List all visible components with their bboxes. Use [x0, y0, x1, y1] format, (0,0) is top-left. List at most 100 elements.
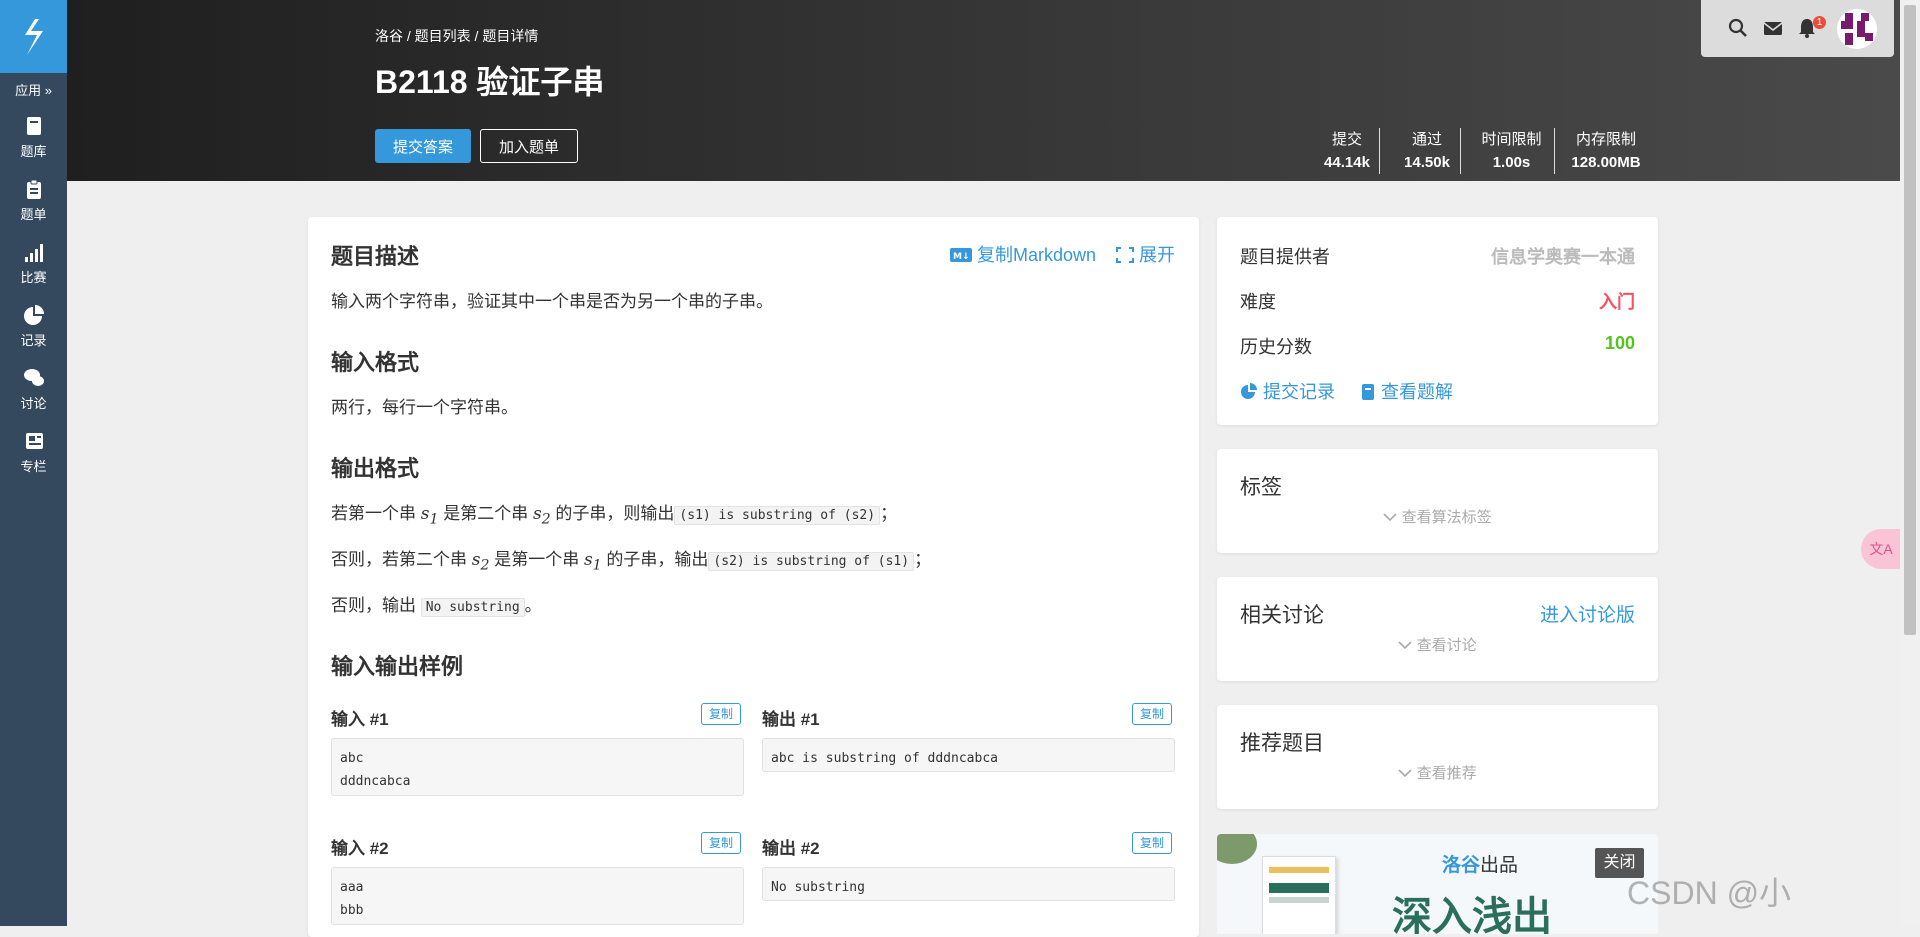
show-tags-label: 查看算法标签: [1401, 509, 1492, 526]
stat-divider: [1460, 128, 1461, 174]
sidebar-item-problems[interactable]: 题库: [0, 115, 67, 160]
stat-label: 时间限制: [1481, 131, 1542, 148]
expand-label: 展开: [1139, 245, 1176, 265]
copy-markdown-button[interactable]: M↓ 复制Markdown: [950, 241, 1096, 267]
comments-icon: [23, 369, 44, 386]
signal-bars-icon: [24, 244, 43, 262]
translate-button[interactable]: 文A: [1861, 529, 1901, 569]
stat-accepted: 通过 14.50k: [1393, 128, 1461, 171]
ad-headline: 深入浅出: [1392, 895, 1552, 934]
copy-sample-input-button[interactable]: 复制: [701, 703, 741, 725]
expand-button[interactable]: 展开: [1116, 241, 1175, 267]
recommend-card: 推荐题目 查看推荐: [1217, 705, 1658, 809]
output-format-line-2: 否则，若第二个串 s2 是第一个串 s1 的子串，输出 (s2) is subst…: [331, 550, 932, 574]
sidebar-item-label: 题库: [20, 144, 47, 159]
difficulty-label: 难度: [1240, 292, 1276, 312]
search-icon[interactable]: [1727, 17, 1749, 39]
pie-chart-icon: [1241, 383, 1257, 399]
inline-code: No substring: [420, 598, 525, 617]
pie-chart-icon: [23, 305, 44, 325]
sidebar-item-discuss[interactable]: 讨论: [0, 367, 67, 412]
enter-discussion-link[interactable]: 进入讨论版: [1540, 600, 1635, 627]
submit-answer-button[interactable]: 提交答案: [375, 129, 471, 163]
avatar[interactable]: [1837, 9, 1877, 49]
notification-badge: 1: [1813, 16, 1826, 29]
sidebar-item-label: 记录: [20, 333, 47, 348]
watermark: CSDN @小: [1627, 875, 1792, 911]
stat-divider: [1554, 128, 1555, 174]
difficulty-value: 入门: [1599, 292, 1635, 312]
book-cover-image: [1262, 856, 1336, 934]
copy-sample-output-button[interactable]: 复制: [1132, 703, 1172, 725]
problem-header: 洛谷 / 题目列表 / 题目详情 B2118 验证子串 提交答案 加入题单 提交…: [67, 0, 1900, 181]
problem-info-card: 题目提供者 信息学奥赛一本通 难度 入门 历史分数 100 提交记录 查看题解: [1217, 217, 1658, 425]
discussion-card: 相关讨论 进入讨论版 查看讨论: [1217, 577, 1658, 681]
markdown-icon: M↓: [950, 248, 972, 262]
stat-divider: [1379, 128, 1380, 174]
user-toolbar: 1: [1701, 0, 1894, 57]
description-heading: 题目描述: [331, 244, 420, 269]
book-ad-banner[interactable]: 洛谷出品 深入浅出: [1217, 834, 1658, 934]
sidebar-item-label: 讨论: [20, 396, 47, 411]
stat-submissions: 提交 44.14k: [1313, 128, 1381, 171]
stat-label: 内存限制: [1575, 131, 1636, 148]
luogu-logo-icon[interactable]: [0, 0, 67, 73]
inline-code: (s1) is substring of (s2): [674, 506, 881, 525]
provider-value[interactable]: 信息学奥赛一本通: [1491, 243, 1635, 269]
output-format-heading: 输出格式: [331, 456, 420, 481]
copy-sample-input-button[interactable]: 复制: [701, 832, 741, 854]
add-to-list-button[interactable]: 加入题单: [480, 129, 578, 163]
book-icon: [26, 117, 41, 135]
score-label: 历史分数: [1240, 337, 1312, 357]
stat-value: 44.14k: [1324, 154, 1370, 171]
chevron-down-icon: [1383, 513, 1397, 522]
sample-input-box[interactable]: abc dddncabca: [331, 738, 744, 796]
copy-sample-output-button[interactable]: 复制: [1132, 832, 1172, 854]
submission-records-link[interactable]: 提交记录: [1240, 378, 1335, 404]
view-solutions-label: 查看题解: [1381, 382, 1454, 402]
show-discussion-toggle[interactable]: 查看讨论: [1217, 634, 1658, 655]
show-discussion-label: 查看讨论: [1416, 637, 1477, 654]
breadcrumb[interactable]: 洛谷 / 题目列表 / 题目详情: [375, 26, 538, 46]
input-format-text: 两行，每行一个字符串。: [331, 398, 518, 417]
description-text: 输入两个字符串，验证其中一个串是否为另一个串的子串。: [331, 292, 773, 311]
sidebar-item-label: 题单: [20, 207, 47, 222]
sidebar-item-blog[interactable]: 专栏: [0, 430, 67, 475]
sidebar-item-records[interactable]: 记录: [0, 304, 67, 349]
stat-memory-limit: 内存限制 128.00MB: [1563, 128, 1649, 171]
svg-text:M↓: M↓: [953, 252, 970, 262]
sample-output-box[interactable]: No substring: [762, 867, 1175, 901]
tags-title: 标签: [1240, 476, 1282, 499]
sidebar-item-contests[interactable]: 比赛: [0, 241, 67, 286]
stat-value: 128.00MB: [1571, 154, 1641, 171]
inline-code: (s2) is substring of (s1): [708, 552, 915, 571]
newspaper-icon: [25, 433, 43, 449]
stat-time-limit: 时间限制 1.00s: [1470, 128, 1553, 171]
chevron-down-icon: [1398, 769, 1412, 778]
sample-output-box[interactable]: abc is substring of dddncabca: [762, 738, 1175, 772]
recommend-title: 推荐题目: [1240, 732, 1324, 755]
chevron-down-icon: [1398, 641, 1412, 650]
ad-brand: 洛谷出品: [1442, 855, 1519, 876]
sidebar-item-lists[interactable]: 题单: [0, 178, 67, 223]
output-format-line-3: 否则，输出 No substring。: [331, 596, 542, 617]
problem-card: 题目描述 M↓ 复制Markdown 展开 输入两个字符串，验证其中一个串是否为…: [308, 217, 1199, 937]
submission-records-label: 提交记录: [1263, 382, 1336, 402]
view-solutions-link[interactable]: 查看题解: [1360, 378, 1453, 404]
mail-icon[interactable]: [1762, 17, 1784, 39]
output-format-line-1: 若第一个串 s1 是第二个串 s2 的子串，则输出 (s1) is substri…: [331, 504, 898, 528]
scrollbar-thumb[interactable]: [1904, 5, 1916, 635]
clipboard-icon: [26, 179, 41, 199]
apps-menu[interactable]: 应用 »: [0, 80, 67, 99]
page-title: B2118 验证子串: [375, 64, 605, 100]
sidebar-item-label: 比赛: [20, 270, 47, 285]
stat-label: 提交: [1331, 131, 1362, 148]
sample-output-label: 输出 #1: [762, 710, 820, 729]
provider-label: 题目提供者: [1240, 247, 1330, 267]
tags-card: 标签 查看算法标签: [1217, 449, 1658, 553]
score-value: 100: [1604, 333, 1635, 353]
sample-input-box[interactable]: aaa bbb: [331, 867, 744, 925]
show-tags-toggle[interactable]: 查看算法标签: [1217, 506, 1658, 527]
show-recommend-toggle[interactable]: 查看推荐: [1217, 762, 1658, 783]
copy-markdown-label: 复制Markdown: [977, 245, 1097, 265]
